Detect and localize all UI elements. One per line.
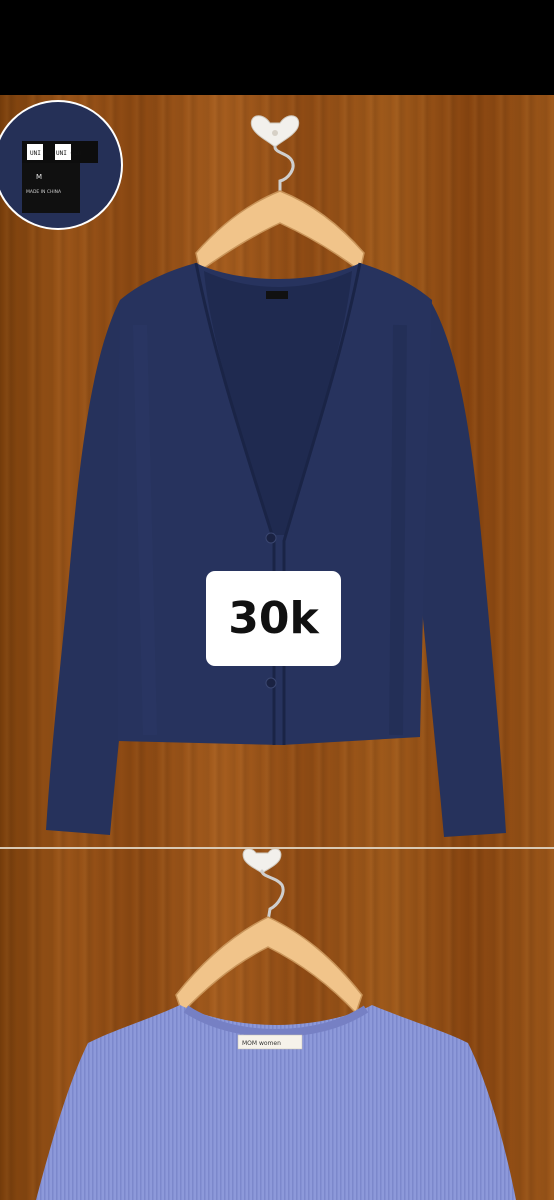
hanger-hook-wire bbox=[273, 145, 295, 197]
label-brand-right: UNI QLO bbox=[56, 150, 82, 157]
tshirt-label-text: MOM women bbox=[242, 1040, 281, 1047]
tshirt-illustration: MOM women bbox=[36, 849, 516, 1200]
label-origin: MADE IN CHINA bbox=[26, 189, 62, 195]
hanger-icon bbox=[195, 190, 365, 273]
tshirt-photo[interactable]: MOM women bbox=[0, 849, 554, 1200]
price-label: 30k bbox=[228, 593, 319, 644]
inner-neck-label bbox=[266, 291, 288, 299]
cardigan-illustration: UNI QLO UNI QLO M MADE IN CHINA bbox=[0, 100, 506, 837]
heart-hook-icon bbox=[250, 115, 300, 148]
label-size: M bbox=[36, 173, 42, 181]
price-tag: 30k bbox=[206, 571, 341, 666]
top-black-bar bbox=[0, 0, 554, 95]
hanger-icon-2 bbox=[175, 916, 363, 1015]
hook-icon bbox=[242, 849, 282, 874]
label-brand-left: UNI QLO bbox=[30, 150, 56, 157]
label-closeup-icon bbox=[0, 100, 123, 230]
button-top bbox=[265, 532, 277, 544]
button-bottom bbox=[265, 677, 277, 689]
cardigan-photo[interactable]: UNI QLO UNI QLO M MADE IN CHINA bbox=[0, 95, 554, 847]
